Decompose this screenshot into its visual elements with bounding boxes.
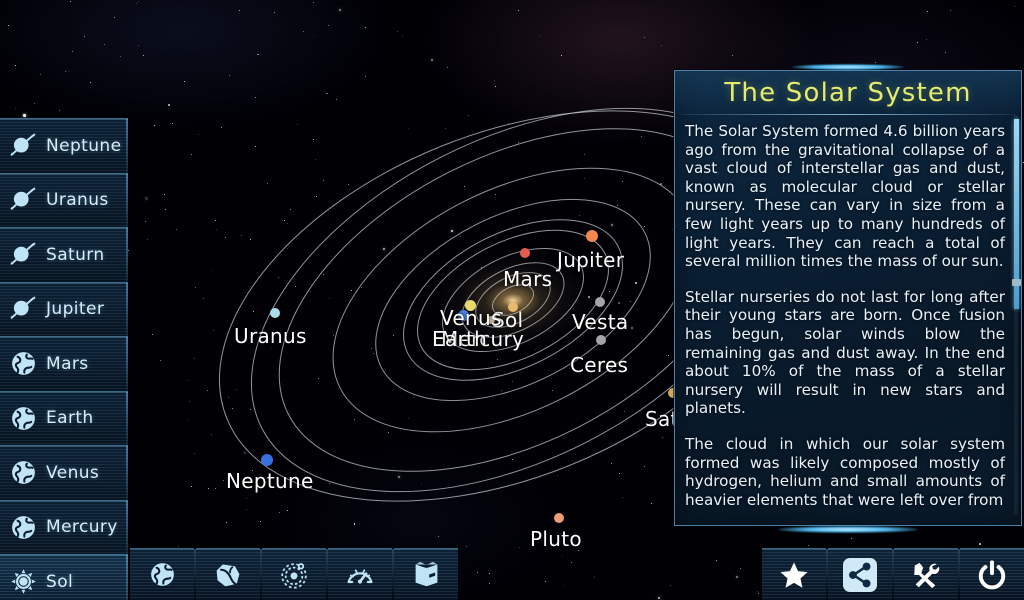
- toolbar-right-group[interactable]: [762, 548, 1024, 600]
- planet-label-earth[interactable]: Earth: [432, 327, 487, 351]
- power-button[interactable]: [958, 548, 1024, 600]
- planet-dot-jupiter[interactable]: [586, 230, 598, 242]
- planet-dot-neptune[interactable]: [261, 454, 273, 466]
- sidebar-item-label: Jupiter: [46, 299, 105, 320]
- globe-icon: [8, 512, 38, 542]
- ringed-planet-icon: [8, 240, 38, 270]
- sidebar-item-uranus[interactable]: Uranus: [0, 172, 128, 227]
- planet-label-mars[interactable]: Mars: [503, 267, 552, 291]
- globe-icon: [8, 349, 38, 379]
- info-panel[interactable]: The Solar System The Solar System formed…: [674, 70, 1022, 526]
- sidebar-item-saturn[interactable]: Saturn: [0, 227, 128, 282]
- favorite-button[interactable]: [762, 548, 826, 600]
- settings-button[interactable]: [892, 548, 958, 600]
- planet-dot-pluto[interactable]: [554, 513, 564, 523]
- toolbar-left-group[interactable]: [130, 548, 458, 600]
- share-icon: [843, 557, 877, 592]
- globe-icon: [8, 403, 38, 433]
- share-button[interactable]: [826, 548, 892, 600]
- sidebar-item-label: Uranus: [46, 190, 109, 211]
- panel-paragraph: The Solar System formed 4.6 billion year…: [685, 122, 1005, 271]
- panel-body-text: The Solar System formed 4.6 billion year…: [675, 115, 1021, 525]
- sidebar-item-mars[interactable]: Mars: [0, 336, 128, 391]
- sidebar-item-label: Mercury: [46, 517, 118, 538]
- ringed-planet-icon: [8, 294, 38, 324]
- asteroids-button[interactable]: [194, 548, 260, 600]
- sidebar-item-neptune[interactable]: Neptune: [0, 118, 128, 173]
- globe-icon: [149, 561, 176, 588]
- body-list-sidebar[interactable]: Neptune Uranus Saturn Jupiter Mars Earth Venus…: [0, 118, 128, 600]
- planet-label-uranus[interactable]: Uranus: [234, 324, 307, 348]
- panel-scrollbar-grip[interactable]: [1012, 279, 1021, 286]
- sidebar-item-label: Neptune: [46, 135, 122, 156]
- orbits-button[interactable]: [260, 548, 326, 600]
- planet-label-ceres[interactable]: Ceres: [570, 353, 628, 377]
- planet-label-neptune[interactable]: Neptune: [226, 469, 314, 493]
- book-icon: [412, 560, 441, 589]
- speed-button[interactable]: [326, 548, 392, 600]
- globe-icon: [8, 458, 38, 488]
- power-icon: [977, 559, 1007, 590]
- info-button[interactable]: [392, 548, 458, 600]
- planets-button[interactable]: [130, 548, 194, 600]
- planet-label-jupiter[interactable]: Jupiter: [557, 248, 624, 272]
- sidebar-item-label: Saturn: [46, 244, 105, 265]
- tools-icon: [911, 560, 941, 590]
- sidebar-item-label: Earth: [46, 408, 94, 429]
- planet-label-vesta[interactable]: Vesta: [572, 310, 628, 334]
- sidebar-item-earth[interactable]: Earth: [0, 390, 128, 445]
- panel-paragraph: Stellar nurseries do not last for long a…: [685, 287, 1005, 418]
- speedometer-icon: [346, 561, 374, 589]
- asteroid-icon: [214, 561, 242, 589]
- planet-dot-earth[interactable]: [464, 299, 476, 311]
- star-icon: [779, 560, 809, 590]
- planet-dot-uranus[interactable]: [270, 308, 280, 318]
- sidebar-item-label: Mars: [46, 353, 89, 374]
- sidebar-item-label: Venus: [46, 462, 100, 483]
- planet-dot-vesta[interactable]: [595, 297, 605, 307]
- planet-dot-mars[interactable]: [520, 248, 530, 258]
- sidebar-item-jupiter[interactable]: Jupiter: [0, 281, 128, 336]
- panel-title: The Solar System: [675, 71, 1021, 114]
- ringed-planet-icon: [8, 131, 38, 161]
- sidebar-item-venus[interactable]: Venus: [0, 445, 128, 500]
- ringed-planet-icon: [8, 185, 38, 215]
- planet-dot-ceres[interactable]: [596, 335, 606, 345]
- orbit-rings-icon: [280, 561, 308, 589]
- panel-paragraph: The cloud in which our solar system form…: [685, 434, 1005, 509]
- bottom-toolbar[interactable]: [0, 545, 1024, 600]
